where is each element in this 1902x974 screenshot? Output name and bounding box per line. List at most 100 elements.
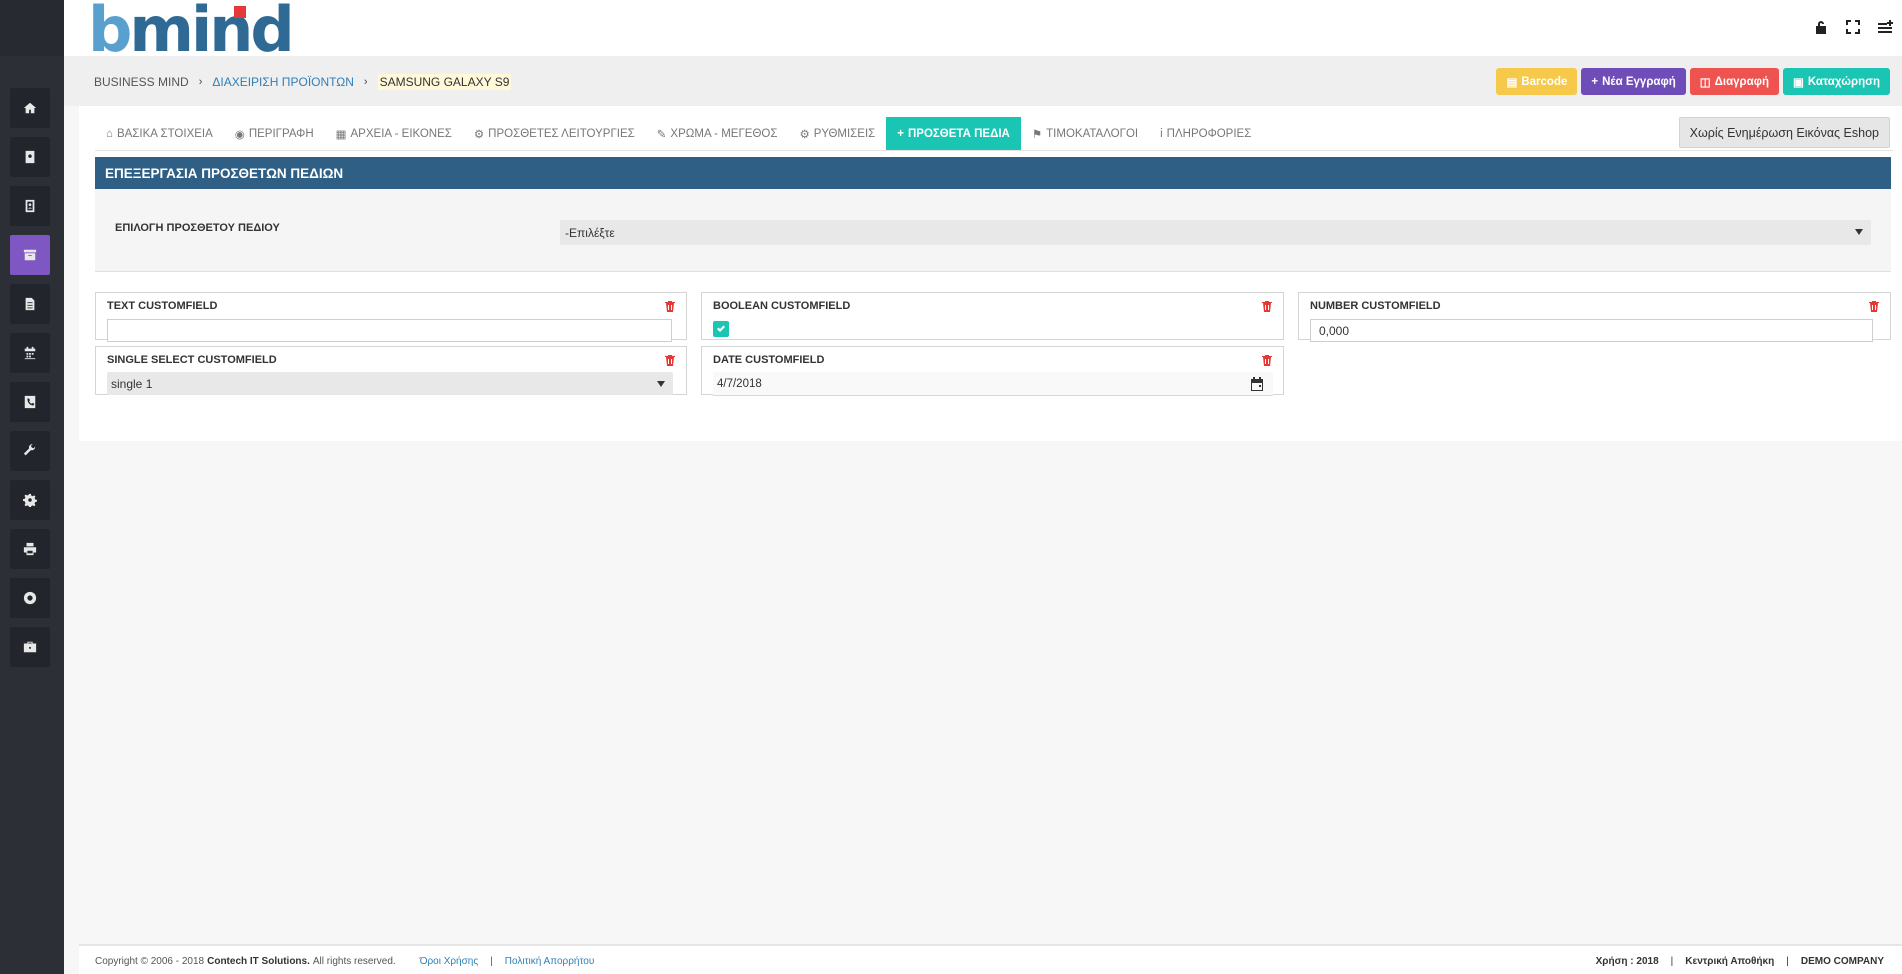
terms-link[interactable]: Όροι Χρήσης xyxy=(420,956,478,967)
tab-extra-functions[interactable]: ⚙ ΠΡΟΣΘΕΤΕΣ ΛΕΙΤΟΥΡΓΙΕΣ xyxy=(463,117,646,150)
action-buttons: ▤ Barcode + Νέα Εγγραφή ◫ Διαγραφή ▣ Κατ… xyxy=(1496,68,1890,95)
sidebar-item-documents[interactable] xyxy=(10,284,50,324)
tab-bar: ⌂ ΒΑΣΙΚΑ ΣΤΟΙΧΕΙΑ ◉ ΠΕΡΙΓΡΑΦΗ ▦ ΑΡΧΕΙΑ - ΕΙ… xyxy=(95,117,1262,150)
bmind-logo[interactable]: bmind xyxy=(88,0,295,61)
tab-settings[interactable]: ⚙ ΡΥΘΜΙΣΕΙΣ xyxy=(788,117,886,150)
tab-label: ΠΡΟΣΘΕΤΕΣ ΛΕΙΤΟΥΡΓΙΕΣ xyxy=(488,127,635,140)
wrench-icon xyxy=(23,444,36,456)
chevron-right-icon: › xyxy=(363,76,368,88)
trash-icon[interactable] xyxy=(1261,353,1273,366)
calendar-icon[interactable] xyxy=(1249,376,1265,392)
text-customfield-card: TEXT CUSTOMFIELD xyxy=(95,292,687,342)
barcode-button[interactable]: ▤ Barcode xyxy=(1496,68,1578,95)
tab-description[interactable]: ◉ ΠΕΡΙΓΡΑΦΗ xyxy=(224,117,325,150)
fullscreen-icon[interactable] xyxy=(1844,18,1862,36)
section-title: ΕΠΕΞΕΡΓΑΣΙΑ ΠΡΟΣΘΕΤΩΝ ΠΕΔΙΩΝ xyxy=(95,157,1891,189)
sidebar-item-settings[interactable] xyxy=(10,480,50,520)
tab-basic-info[interactable]: ⌂ ΒΑΣΙΚΑ ΣΤΟΙΧΕΙΑ xyxy=(95,117,224,150)
tab-label: ΠΕΡΙΓΡΑΦΗ xyxy=(248,127,314,140)
plus-icon: + xyxy=(1591,75,1599,88)
sidebar-item-products[interactable] xyxy=(10,235,50,275)
sidebar-item-support[interactable] xyxy=(10,578,50,618)
archive-icon xyxy=(23,249,37,261)
sidebar-item-phone[interactable] xyxy=(10,382,50,422)
breadcrumb-bar: BUSINESS MIND › ΔΙΑΧΕΙΡΙΣΗ ΠΡΟΪΟΝΤΩΝ › S… xyxy=(64,56,1902,106)
info-icon: i xyxy=(1160,127,1163,140)
sidebar-item-print[interactable] xyxy=(10,529,50,569)
header-icons xyxy=(1812,18,1894,36)
text-customfield-input[interactable] xyxy=(107,319,672,342)
breadcrumb-home[interactable]: BUSINESS MIND xyxy=(94,75,189,89)
delete-button[interactable]: ◫ Διαγραφή xyxy=(1689,68,1779,95)
tab-color-size[interactable]: ✎ ΧΡΩΜΑ - ΜΕΓΕΘΟΣ xyxy=(646,117,789,150)
trash-icon[interactable] xyxy=(664,353,676,366)
tab-label: ΠΡΟΣΘΕΤΑ ΠΕΔΙΑ xyxy=(907,127,1010,140)
tab-label: ΠΛΗΡΟΦΟΡΙΕΣ xyxy=(1166,127,1252,140)
comments-icon: ◉ xyxy=(234,128,245,141)
footer-divider: | xyxy=(490,956,493,967)
barcode-button-label: Barcode xyxy=(1521,75,1568,88)
number-customfield-card: NUMBER CUSTOMFIELD 0,000 xyxy=(1298,292,1891,342)
date-customfield-card: DATE CUSTOMFIELD 4/7/2018 xyxy=(701,346,1284,396)
sidebar-item-address-book[interactable] xyxy=(10,137,50,177)
footer-fiscal-year[interactable]: Χρήση : 2018 xyxy=(1596,956,1659,967)
address-book-icon xyxy=(25,150,35,164)
eshop-image-update-button[interactable]: Χωρίς Ενημέρωση Εικόνας Eshop xyxy=(1678,117,1890,148)
trash-icon[interactable] xyxy=(1868,299,1880,312)
caret-down-icon xyxy=(1855,229,1863,235)
menu-add-icon[interactable] xyxy=(1876,18,1894,36)
new-record-label: Νέα Εγγραφή xyxy=(1602,75,1676,88)
document-icon xyxy=(25,297,35,311)
sidebar-item-home[interactable] xyxy=(10,88,50,128)
gear-icon: ⚙ xyxy=(799,128,810,141)
breadcrumb: BUSINESS MIND › ΔΙΑΧΕΙΡΙΣΗ ΠΡΟΪΟΝΤΩΝ › S… xyxy=(94,74,512,90)
custom-field-select-label: ΕΠΙΛΟΓΗ ΠΡΟΣΘΕΤΟΥ ΠΕΔΙΟΥ xyxy=(115,222,280,234)
sidebar-item-contacts[interactable] xyxy=(10,186,50,226)
tab-price-lists[interactable]: ⚑ ΤΙΜΟΚΑΤΑΛΟΓΟΙ xyxy=(1021,117,1149,150)
sidebar-item-tools[interactable] xyxy=(10,431,50,471)
tab-files-images[interactable]: ▦ ΑΡΧΕΙΑ - ΕΙΚΟΝΕΣ xyxy=(325,117,463,150)
save-button[interactable]: ▣ Καταχώρηση xyxy=(1783,68,1890,95)
footer-warehouse[interactable]: Κεντρική Αποθήκη xyxy=(1685,956,1774,967)
breadcrumb-current: SAMSUNG GALAXY S9 xyxy=(377,74,512,90)
trash-icon[interactable] xyxy=(664,299,676,312)
number-customfield-input[interactable]: 0,000 xyxy=(1310,319,1873,342)
phone-icon xyxy=(24,395,36,409)
tab-label: ΧΡΩΜΑ - ΜΕΓΕΘΟΣ xyxy=(670,127,778,140)
lock-open-icon[interactable] xyxy=(1812,18,1830,36)
home-icon: ⌂ xyxy=(106,127,113,140)
tab-divider xyxy=(95,150,1893,151)
contact-card-icon xyxy=(25,199,35,213)
sidebar-item-briefcase[interactable] xyxy=(10,627,50,667)
breadcrumb-products[interactable]: ΔΙΑΧΕΙΡΙΣΗ ΠΡΟΪΟΝΤΩΝ xyxy=(212,75,354,89)
footer-copyright: Copyright © 2006 - 2018 xyxy=(95,956,205,967)
custom-field-select-value: -Επιλέξτε xyxy=(565,225,615,240)
brush-icon: ✎ xyxy=(656,128,667,141)
single-select-customfield-select[interactable]: single 1 xyxy=(107,372,673,395)
new-record-button[interactable]: + Νέα Εγγραφή xyxy=(1581,68,1686,95)
tab-custom-fields[interactable]: + ΠΡΟΣΘΕΤΑ ΠΕΔΙΑ xyxy=(886,117,1021,150)
date-customfield-value: 4/7/2018 xyxy=(717,377,762,390)
tab-label: ΡΥΘΜΙΣΕΙΣ xyxy=(813,127,876,140)
custom-field-select[interactable]: -Επιλέξτε xyxy=(560,220,1871,245)
boolean-customfield-checkbox[interactable] xyxy=(713,321,729,337)
footer-divider: | xyxy=(1670,956,1674,967)
date-customfield-input[interactable]: 4/7/2018 xyxy=(713,372,1273,396)
footer-company-name[interactable]: DEMO COMPANY xyxy=(1801,956,1884,967)
home-icon xyxy=(23,102,37,114)
tab-label: ΤΙΜΟΚΑΤΑΛΟΓΟΙ xyxy=(1046,127,1139,140)
floppy-icon: ▣ xyxy=(1793,76,1804,89)
single-select-value: single 1 xyxy=(111,376,153,391)
footer: Copyright © 2006 - 2018 Contech IT Solut… xyxy=(79,944,1902,974)
sidebar-item-calendar[interactable] xyxy=(10,333,50,373)
top-header: bmind xyxy=(64,0,1902,61)
boolean-customfield-label: BOOLEAN CUSTOMFIELD xyxy=(713,300,851,312)
privacy-link[interactable]: Πολιτική Απορρήτου xyxy=(505,956,595,967)
boolean-customfield-card: BOOLEAN CUSTOMFIELD xyxy=(701,292,1284,340)
tab-label: ΒΑΣΙΚΑ ΣΤΟΙΧΕΙΑ xyxy=(116,127,213,140)
tab-information[interactable]: i ΠΛΗΡΟΦΟΡΙΕΣ xyxy=(1149,117,1262,150)
footer-rights: All rights reserved. xyxy=(312,956,396,967)
chevron-right-icon: › xyxy=(198,76,203,88)
save-button-label: Καταχώρηση xyxy=(1807,75,1880,88)
trash-icon[interactable] xyxy=(1261,299,1273,312)
